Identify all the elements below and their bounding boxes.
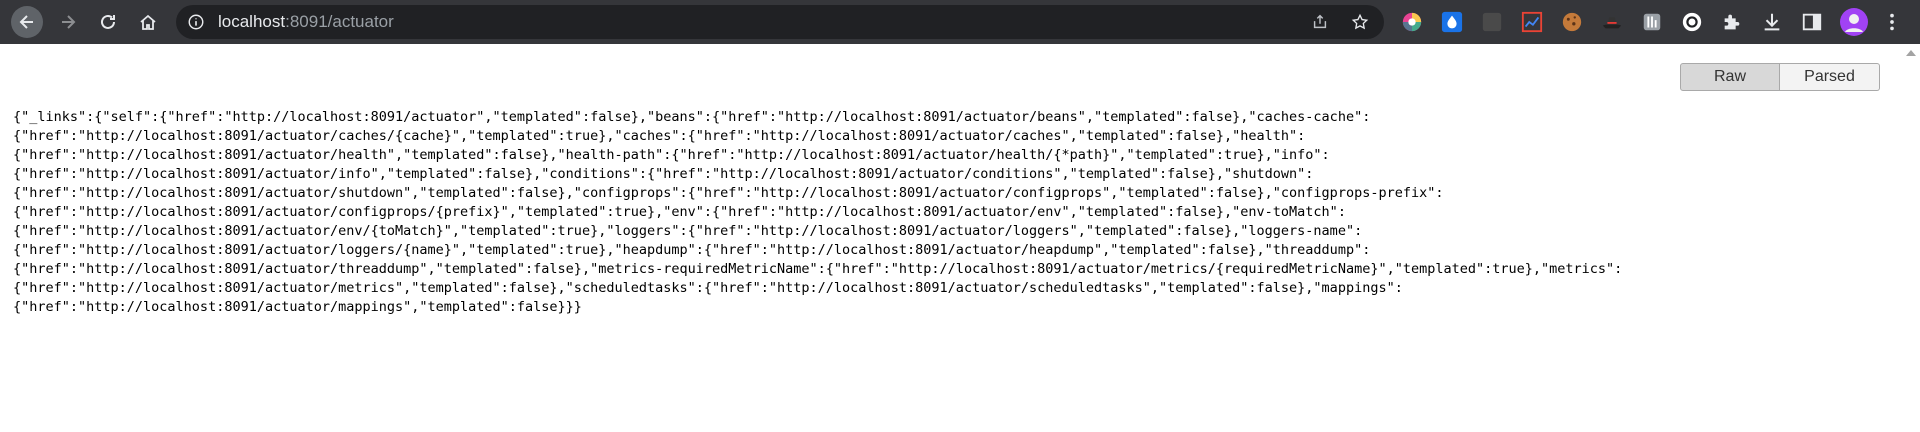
home-icon — [140, 14, 156, 30]
scroll-up-icon[interactable] — [1906, 50, 1916, 56]
url-path: :8091/actuator — [285, 12, 394, 31]
chart-icon[interactable] — [1520, 10, 1544, 34]
color-wheel-icon[interactable] — [1400, 10, 1424, 34]
back-button[interactable] — [11, 6, 43, 38]
info-icon[interactable] — [186, 12, 206, 32]
arrow-right-icon — [62, 15, 76, 29]
circle-logo-icon[interactable] — [1680, 10, 1704, 34]
reload-button[interactable] — [92, 6, 124, 38]
forward-button[interactable] — [52, 6, 84, 38]
tag-icon[interactable] — [1640, 10, 1664, 34]
home-button[interactable] — [132, 6, 164, 38]
cookie-icon[interactable] — [1560, 10, 1584, 34]
puzzle-icon[interactable] — [1720, 10, 1744, 34]
browser-toolbar: localhost:8091/actuator — [0, 0, 1920, 44]
download-icon[interactable] — [1760, 10, 1784, 34]
avatar-icon[interactable] — [1840, 8, 1868, 36]
water-drop-icon[interactable] — [1440, 10, 1464, 34]
reload-icon — [101, 14, 115, 29]
share-icon[interactable] — [1310, 12, 1330, 32]
url-host: localhost — [218, 12, 286, 31]
kebab-menu-icon[interactable] — [1880, 10, 1904, 34]
raw-button[interactable]: Raw — [1680, 63, 1780, 91]
sidebar-icon[interactable] — [1800, 10, 1824, 34]
parsed-button[interactable]: Parsed — [1780, 63, 1880, 91]
address-bar[interactable]: localhost:8091/actuator — [176, 5, 1384, 39]
arrow-left-icon — [19, 15, 33, 29]
star-icon[interactable] — [1350, 12, 1370, 32]
dark-square-icon[interactable] — [1480, 10, 1504, 34]
json-body: {"_links":{"self":{"href":"http://localh… — [13, 109, 1623, 315]
vertical-scrollbar[interactable] — [1902, 44, 1920, 432]
hat-icon[interactable] — [1600, 10, 1624, 34]
url-text[interactable]: localhost:8091/actuator — [218, 5, 394, 39]
